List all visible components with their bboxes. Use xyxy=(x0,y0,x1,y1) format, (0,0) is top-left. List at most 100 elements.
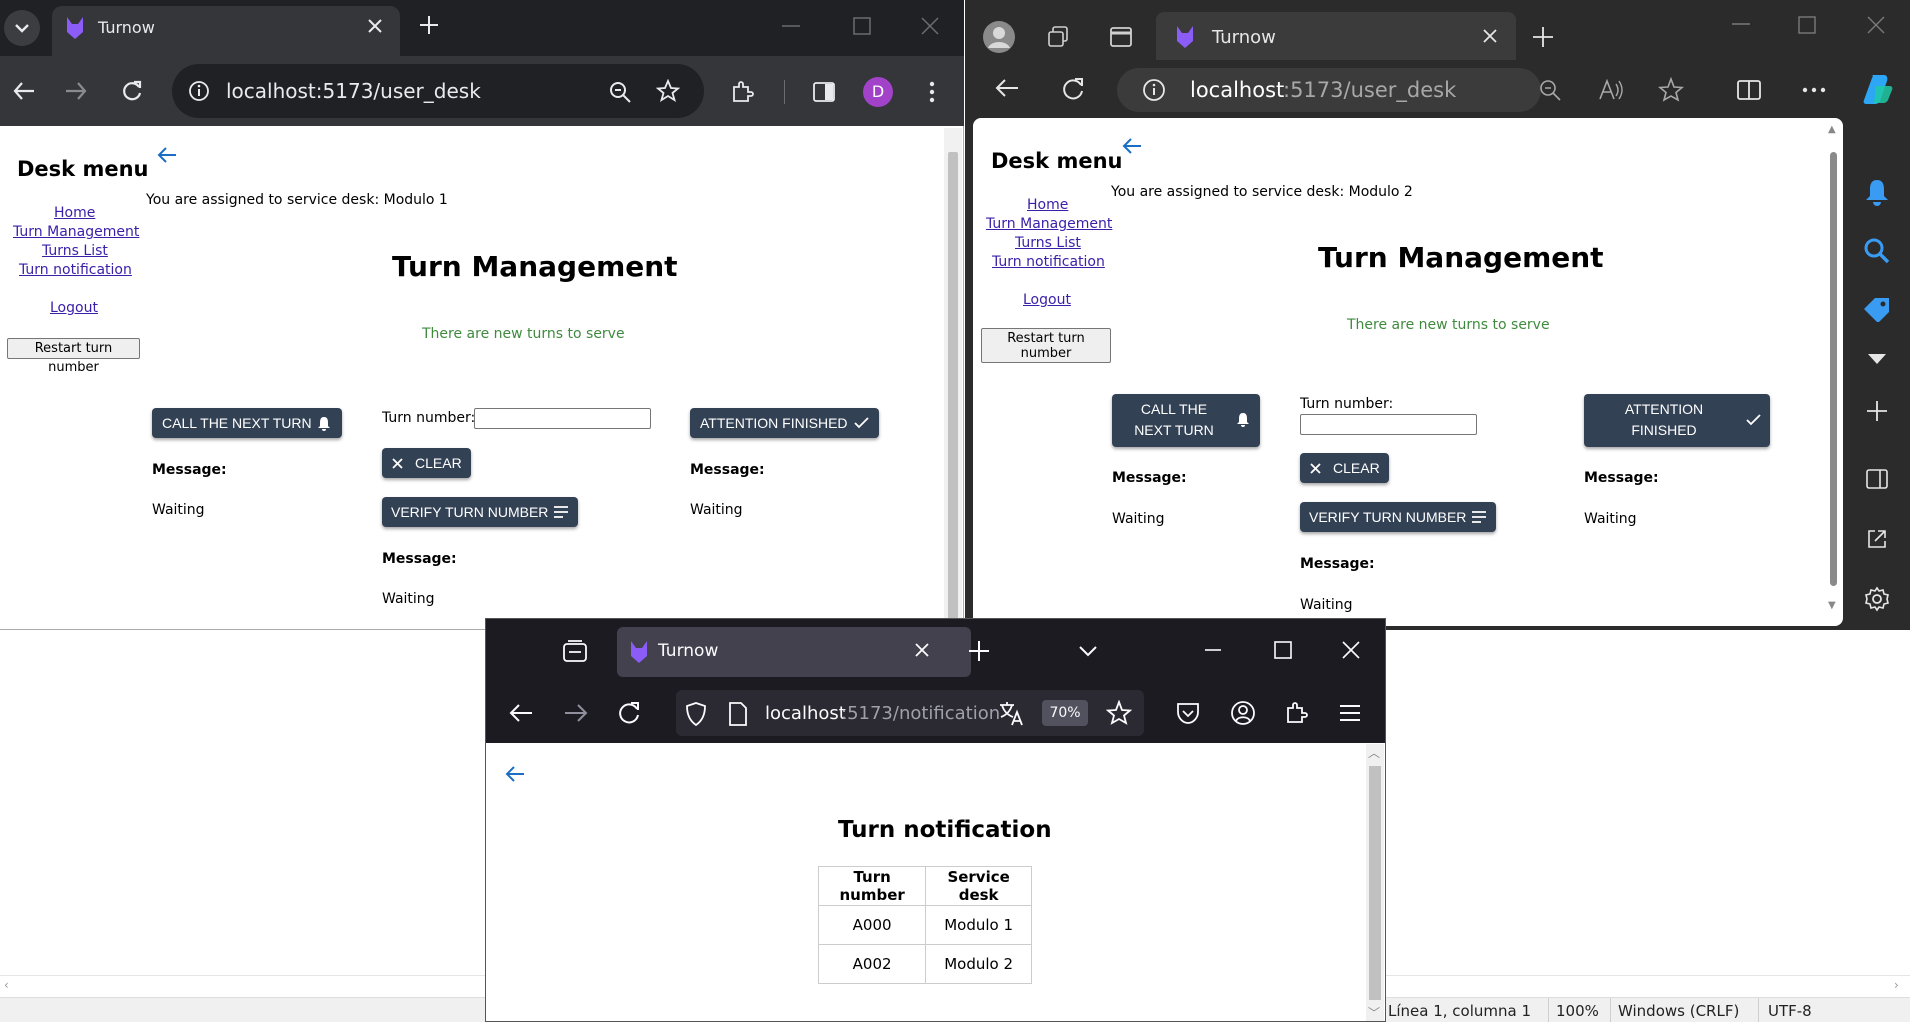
scroll-down-icon[interactable]: ﹀ xyxy=(1368,1004,1380,1021)
vertical-tabs-icon[interactable] xyxy=(1108,24,1134,50)
reload-icon[interactable] xyxy=(616,700,642,726)
logout-link[interactable]: Logout xyxy=(50,300,98,316)
workspaces-icon[interactable] xyxy=(1046,24,1072,50)
minimize-icon[interactable] xyxy=(1204,648,1222,652)
restart-turn-button[interactable]: Restart turn number xyxy=(7,338,140,375)
chrome-vertical-scrollbar[interactable] xyxy=(944,128,962,629)
pocket-icon[interactable] xyxy=(1175,701,1201,725)
scroll-right-icon[interactable]: › xyxy=(1894,978,1899,992)
copilot-icon[interactable] xyxy=(1860,72,1894,106)
zoom-out-icon[interactable] xyxy=(1538,78,1562,102)
search-icon[interactable] xyxy=(1864,238,1890,264)
split-screen-icon[interactable] xyxy=(1736,78,1762,102)
firefox-vertical-scrollbar[interactable]: ︿ ﹀ xyxy=(1366,744,1384,1021)
page-info-icon[interactable] xyxy=(728,702,748,726)
reload-icon[interactable] xyxy=(120,79,144,103)
bookmark-star-icon[interactable] xyxy=(656,79,680,103)
menu-link-turn-notification[interactable]: Turn notification xyxy=(992,254,1105,270)
close-tab-icon[interactable] xyxy=(914,642,930,658)
call-next-turn-button[interactable]: CALL THE NEXT TURN xyxy=(1112,394,1260,447)
read-aloud-icon[interactable] xyxy=(1598,78,1624,102)
back-arrow-icon[interactable] xyxy=(505,765,525,783)
firefox-view-icon[interactable] xyxy=(562,639,588,663)
settings-gear-icon[interactable] xyxy=(1864,586,1890,612)
tab-search-button[interactable] xyxy=(4,10,40,46)
restart-turn-button[interactable]: Restart turn number xyxy=(981,328,1111,363)
account-icon[interactable] xyxy=(1230,700,1256,726)
encoding[interactable]: UTF-8 xyxy=(1768,1002,1812,1020)
scroll-up-icon[interactable]: ▲ xyxy=(1828,124,1836,135)
cursor-position[interactable]: Línea 1, columna 1 xyxy=(1388,1002,1531,1020)
site-info-icon[interactable] xyxy=(188,80,210,102)
scroll-left-icon[interactable]: ‹ xyxy=(4,978,9,992)
scroll-up-icon[interactable]: ︿ xyxy=(1368,744,1380,761)
forward-icon[interactable] xyxy=(64,80,88,102)
attention-finished-button[interactable]: ATTENTION FINISHED xyxy=(1584,394,1770,447)
menu-link-turn-notification[interactable]: Turn notification xyxy=(19,262,132,278)
chrome-url[interactable]: localhost:5173/user_desk xyxy=(226,79,481,103)
menu-link-turns-list[interactable]: Turns List xyxy=(1015,235,1081,251)
zoom-reset-button[interactable]: 70% xyxy=(1042,700,1088,726)
verify-turn-number-button[interactable]: VERIFY TURN NUMBER xyxy=(382,497,578,527)
maximize-icon[interactable] xyxy=(1274,641,1292,659)
back-icon[interactable] xyxy=(508,702,534,724)
minimize-icon[interactable] xyxy=(780,16,802,36)
clear-button[interactable]: CLEAR xyxy=(382,448,471,478)
profile-avatar[interactable]: D xyxy=(863,77,893,107)
hide-sidebar-icon[interactable] xyxy=(1866,468,1888,490)
close-window-icon[interactable] xyxy=(1342,641,1360,659)
bookmark-star-icon[interactable] xyxy=(1106,700,1132,726)
extensions-icon[interactable] xyxy=(1284,700,1310,726)
chevron-down-icon[interactable] xyxy=(1866,352,1888,366)
tracking-protection-shield-icon[interactable] xyxy=(684,701,708,727)
forward-icon[interactable] xyxy=(563,702,589,724)
edge-url-rest[interactable]: :5173/user_desk xyxy=(1283,78,1456,102)
profile-icon[interactable] xyxy=(982,20,1016,54)
logout-link[interactable]: Logout xyxy=(1023,292,1071,308)
turn-number-input[interactable] xyxy=(1300,414,1477,435)
scroll-thumb[interactable] xyxy=(1830,152,1837,586)
back-icon[interactable] xyxy=(994,77,1020,99)
new-tab-icon[interactable] xyxy=(968,640,990,662)
menu-link-turn-management[interactable]: Turn Management xyxy=(13,224,139,240)
close-tab-icon[interactable] xyxy=(366,17,384,35)
call-next-turn-button[interactable]: CALL THE NEXT TURN xyxy=(152,408,342,438)
scroll-thumb[interactable] xyxy=(948,152,958,622)
favorites-star-icon[interactable] xyxy=(1658,77,1684,103)
edge-url-host[interactable]: localhost xyxy=(1190,78,1284,102)
verify-turn-number-button[interactable]: VERIFY TURN NUMBER xyxy=(1300,502,1496,532)
minimize-icon[interactable] xyxy=(1730,16,1752,32)
translate-icon[interactable] xyxy=(998,700,1026,726)
firefox-url-rest[interactable]: :5173/notification xyxy=(841,703,1000,724)
menu-link-turns-list[interactable]: Turns List xyxy=(42,243,108,259)
line-ending[interactable]: Windows (CRLF) xyxy=(1618,1002,1739,1020)
external-link-icon[interactable] xyxy=(1866,528,1888,550)
new-tab-icon[interactable] xyxy=(1532,26,1554,48)
close-window-icon[interactable] xyxy=(920,16,940,36)
scroll-thumb[interactable] xyxy=(1369,766,1381,1000)
edge-vertical-scrollbar[interactable]: ▲ ▼ xyxy=(1827,122,1841,624)
turn-number-input[interactable] xyxy=(474,408,651,429)
menu-kebab-icon[interactable] xyxy=(924,80,940,104)
maximize-icon[interactable] xyxy=(1798,16,1816,34)
site-info-icon[interactable] xyxy=(1142,78,1166,102)
menu-link-home[interactable]: Home xyxy=(1027,197,1068,213)
menu-link-turn-management[interactable]: Turn Management xyxy=(986,216,1112,232)
close-tab-icon[interactable] xyxy=(1482,28,1498,44)
attention-finished-button[interactable]: ATTENTION FINISHED xyxy=(690,408,879,438)
close-window-icon[interactable] xyxy=(1866,15,1886,35)
side-panel-icon[interactable] xyxy=(812,80,836,104)
back-arrow-icon[interactable] xyxy=(1122,137,1142,155)
extensions-icon[interactable] xyxy=(730,79,756,105)
maximize-icon[interactable] xyxy=(852,16,872,36)
more-options-icon[interactable] xyxy=(1802,86,1826,94)
hamburger-menu-icon[interactable] xyxy=(1338,703,1362,723)
bell-icon[interactable] xyxy=(1864,178,1890,206)
reload-icon[interactable] xyxy=(1060,76,1086,102)
back-icon[interactable] xyxy=(12,80,36,102)
shopping-tag-icon[interactable] xyxy=(1862,296,1892,322)
clear-button[interactable]: CLEAR xyxy=(1300,453,1389,483)
back-arrow-icon[interactable] xyxy=(157,146,177,164)
new-tab-icon[interactable] xyxy=(418,14,440,36)
zoom-icon[interactable] xyxy=(608,80,632,104)
